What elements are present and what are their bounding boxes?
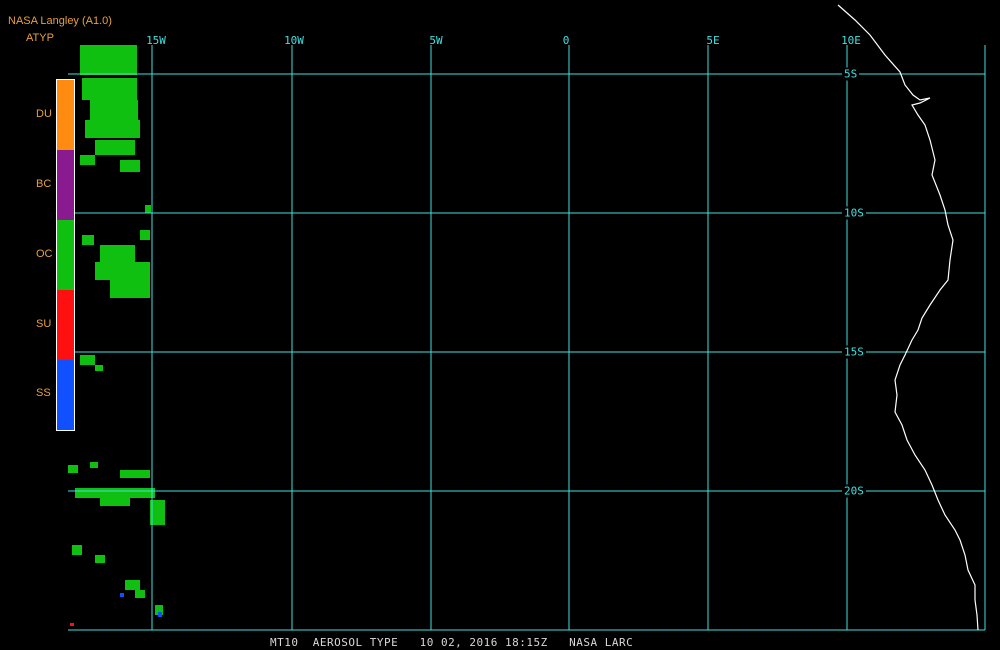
legend-color-bar [56, 79, 75, 431]
coastline [837, 4, 979, 631]
footer-caption: MT10 AEROSOL TYPE 10 02, 2016 18:15Z NAS… [270, 636, 634, 649]
source-label: NASA Langley (A1.0) [8, 15, 112, 27]
legend-label-oc: OC [36, 248, 53, 260]
lat-label-20s: 20S [842, 484, 866, 498]
legend-swatch-su [57, 290, 74, 360]
aerosol-swath [68, 45, 165, 615]
lat-label-5s: 5S [842, 67, 860, 81]
lat-label-15s: 15S [842, 345, 866, 359]
aerosol-map [68, 4, 986, 631]
legend-swatch-oc [57, 220, 74, 290]
legend-label-du: DU [36, 108, 52, 120]
legend-swatch-bc [57, 150, 74, 220]
legend-label-su: SU [36, 318, 52, 330]
legend-label-bc: BC [36, 178, 52, 190]
lon-label-10w: 10W [284, 34, 304, 47]
graticule [68, 45, 986, 631]
lat-label-10s: 10S [842, 206, 866, 220]
lon-label-0: 0 [562, 34, 570, 47]
product-label: ATYP [26, 32, 54, 44]
lon-label-5w: 5W [429, 34, 443, 47]
lon-label-5e: 5E [706, 34, 720, 47]
lon-label-15w: 15W [146, 34, 166, 47]
lon-label-10e: 10E [841, 34, 861, 47]
legend-label-ss: SS [36, 387, 51, 399]
legend-swatch-ss [57, 360, 74, 430]
legend-swatch-du [57, 80, 74, 150]
